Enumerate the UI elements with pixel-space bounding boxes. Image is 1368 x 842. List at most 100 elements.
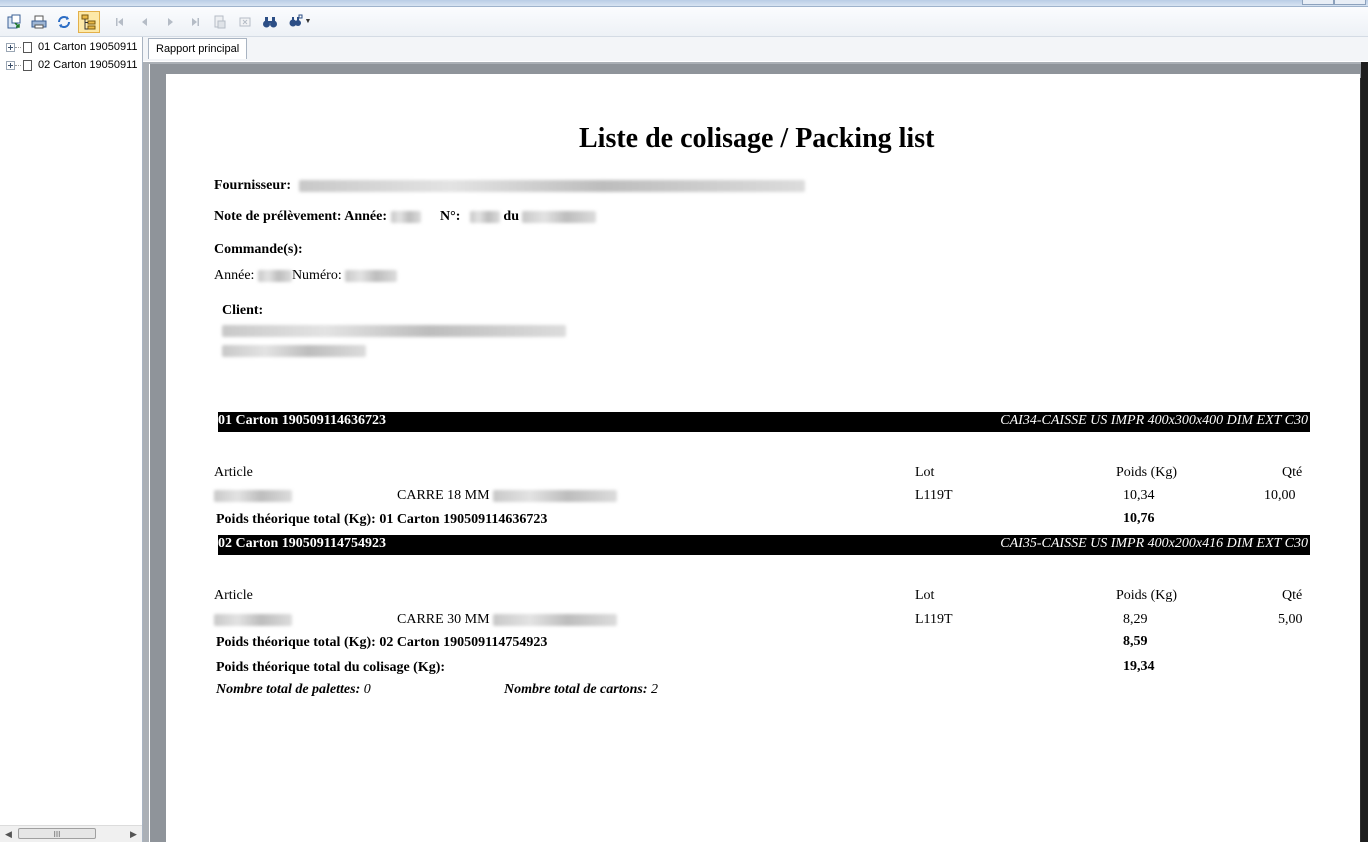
minimize-button[interactable]: [1302, 0, 1334, 5]
article-line: [214, 612, 292, 628]
goto-page-button[interactable]: [209, 11, 231, 33]
grand-total-label: Poids théorique total du colisage (Kg):: [216, 660, 446, 675]
document-icon: [23, 41, 32, 53]
tree-horizontal-scrollbar[interactable]: ◀ III ▶: [0, 825, 142, 842]
picking-note-label: Note de prélèvement:: [214, 209, 342, 224]
document-icon: [23, 59, 32, 71]
expand-icon[interactable]: [6, 42, 15, 52]
redacted-client-line-2: [222, 345, 366, 357]
viewer-scroll-edge: [1361, 62, 1368, 842]
zoom-dropdown-button[interactable]: ▼: [284, 11, 314, 33]
order-row: Année: Numéro:: [214, 268, 398, 284]
grand-total-value: 19,34: [1123, 659, 1155, 674]
scroll-right-icon[interactable]: ▶: [130, 829, 137, 840]
window-title-bar: [0, 0, 1368, 7]
supplier-row: Fournisseur:: [214, 178, 805, 194]
scroll-thumb[interactable]: III: [18, 828, 96, 839]
redacted-order-year: [257, 269, 292, 282]
next-page-button[interactable]: [159, 11, 181, 33]
supplier-label: Fournisseur:: [214, 178, 291, 193]
carton-header-bar: 01 Carton 190509114636723 CAI34-CAISSE U…: [218, 412, 1310, 432]
scroll-left-icon[interactable]: ◀: [5, 829, 12, 840]
redacted-supplier: [298, 179, 805, 192]
cartons-label: Nombre total de cartons:: [504, 682, 648, 697]
tree-item[interactable]: 02 Carton 19050911: [6, 57, 142, 73]
print-button[interactable]: [28, 11, 50, 33]
year-label: Année:: [344, 209, 388, 224]
carton-header-bar: 02 Carton 190509114754923 CAI35-CAISSE U…: [218, 535, 1310, 555]
pallets-label: Nombre total de palettes:: [216, 682, 361, 697]
print-icon: [31, 15, 47, 28]
cartons-count-row: Nombre total de cartons: 2: [504, 682, 658, 698]
tree-item[interactable]: 01 Carton 19050911: [6, 39, 142, 55]
article-lot: L119T: [915, 488, 953, 503]
carton-total-value: 10,76: [1123, 511, 1155, 526]
zoom-icon: [289, 14, 303, 26]
carton-total-value: 8,59: [1123, 634, 1148, 649]
prev-page-icon: [142, 17, 147, 26]
redacted-order-number: [345, 269, 398, 282]
tree-item-label: 01 Carton 19050911: [38, 41, 138, 53]
carton-box-type: CAI34-CAISSE US IMPR 400x300x400 DIM EXT…: [1000, 413, 1308, 428]
find-icon: [263, 16, 277, 27]
carton-box-type: CAI35-CAISSE US IMPR 400x200x416 DIM EXT…: [1000, 536, 1308, 551]
tree-toggle-icon: [81, 14, 96, 29]
article-line: [214, 488, 292, 504]
orders-label: Commande(s):: [214, 242, 303, 257]
next-page-icon: [168, 17, 173, 26]
pallets-count-row: Nombre total de palettes: 0: [216, 682, 371, 698]
redacted-number: [469, 210, 500, 223]
redacted-article-code: [214, 489, 292, 502]
goto-page-icon: [214, 15, 226, 28]
redacted-date: [522, 210, 597, 223]
find-button[interactable]: [259, 11, 281, 33]
previous-page-button[interactable]: [134, 11, 156, 33]
number-label: N°:: [440, 209, 461, 224]
redacted-year: [390, 210, 421, 223]
report-canvas: Liste de colisage / Packing list Fournis…: [149, 64, 1368, 842]
report-toolbar: ▼: [0, 7, 1368, 37]
refresh-icon: [58, 15, 70, 28]
toggle-tree-button[interactable]: [78, 10, 100, 33]
column-header-article: Article: [214, 465, 253, 480]
report-viewer: Liste de colisage / Packing list Fournis…: [143, 62, 1368, 842]
column-header-lot: Lot: [915, 588, 935, 603]
redacted-article-code: [214, 613, 292, 626]
article-description: CARRE 18 MM: [397, 488, 618, 504]
redacted-article-desc: [493, 489, 618, 502]
column-header-poids: Poids (Kg): [1116, 465, 1178, 480]
first-page-icon: [116, 17, 123, 26]
column-header-qte: Qté: [1282, 465, 1303, 480]
redacted-article-desc: [493, 613, 618, 626]
column-header-article: Article: [214, 588, 253, 603]
first-page-button[interactable]: [109, 11, 131, 33]
column-header-poids: Poids (Kg): [1116, 588, 1178, 603]
article-weight: 10,34: [1123, 488, 1155, 503]
client-label: Client:: [222, 303, 264, 318]
chevron-down-icon: ▼: [304, 18, 312, 25]
column-header-qte: Qté: [1282, 588, 1303, 603]
cartons-value: 2: [651, 682, 658, 697]
order-number-label: Numéro:: [291, 268, 342, 283]
carton-header: 02 Carton 190509114754923: [218, 536, 386, 551]
pallets-value: 0: [363, 682, 371, 697]
article-lot: L119T: [915, 612, 953, 627]
stop-button[interactable]: [234, 11, 256, 33]
redacted-client-line-1: [222, 324, 566, 337]
expand-icon[interactable]: [6, 60, 15, 70]
article-description: CARRE 30 MM: [397, 612, 618, 628]
report-title: Liste de colisage / Packing list: [579, 123, 935, 154]
tab-rapport-principal[interactable]: Rapport principal: [148, 38, 248, 59]
maximize-button[interactable]: [1334, 0, 1366, 5]
picking-note-row: Note de prélèvement: Année: N°: du: [214, 209, 597, 225]
refresh-button[interactable]: [53, 11, 75, 33]
date-label: du: [503, 209, 519, 224]
article-weight: 8,29: [1123, 612, 1148, 627]
close-icon: [239, 17, 251, 26]
last-page-button[interactable]: [184, 11, 206, 33]
carton-header: 01 Carton 190509114636723: [218, 413, 386, 428]
tree-item-label: 02 Carton 19050911: [38, 59, 138, 71]
report-tab-bar: Rapport principal: [143, 37, 1368, 61]
export-button[interactable]: [3, 11, 25, 33]
last-page-icon: [192, 17, 199, 26]
